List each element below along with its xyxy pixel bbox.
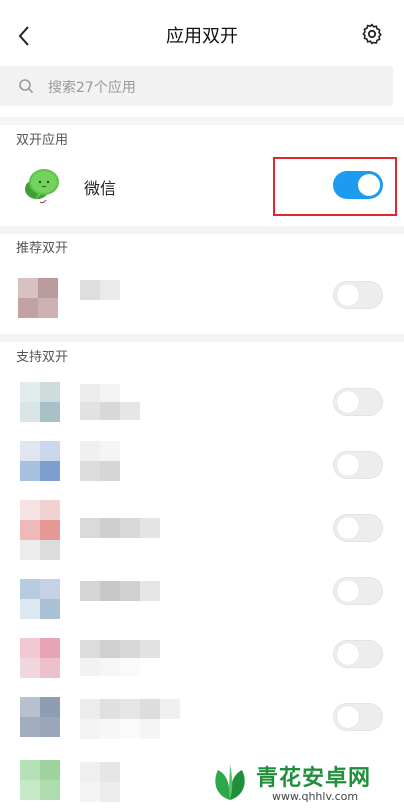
top-bar: 应用双开 <box>0 0 404 68</box>
app-name-blurred <box>80 280 120 300</box>
dual-toggle[interactable] <box>333 388 383 416</box>
dual-toggle[interactable] <box>333 640 383 668</box>
dual-toggle[interactable] <box>333 703 383 731</box>
toggle-knob <box>337 391 359 413</box>
section-header-supported: 支持双开 <box>16 350 69 365</box>
app-name-blurred <box>80 699 180 739</box>
leaf-logo-icon <box>215 764 245 800</box>
list-item-supported-app[interactable] <box>0 372 404 434</box>
toggle-knob <box>337 643 359 665</box>
app-name-blurred <box>80 762 120 802</box>
list-item-supported-app[interactable] <box>0 435 404 497</box>
watermark-url: www.qhhlv.com <box>272 790 359 803</box>
app-icon-blurred <box>20 638 60 678</box>
app-name-blurred <box>80 384 140 420</box>
toggle-knob <box>337 580 359 602</box>
app-icon-blurred <box>20 697 60 737</box>
list-item-supported-app[interactable] <box>0 561 404 623</box>
watermark: 青花安卓网 www.qhhlv.com <box>202 756 398 806</box>
app-name-blurred <box>80 640 160 676</box>
app-icon-blurred <box>18 278 58 318</box>
divider <box>0 334 404 342</box>
app-name-blurred <box>80 441 120 481</box>
app-name-blurred <box>80 518 160 538</box>
toggle-knob <box>337 284 359 306</box>
list-item-supported-app[interactable] <box>0 687 404 749</box>
app-icon-blurred <box>20 382 60 422</box>
wechat-app-icon <box>25 169 59 204</box>
gear-icon <box>362 23 382 45</box>
divider <box>0 226 404 234</box>
toggle-knob <box>337 454 359 476</box>
list-item-supported-app[interactable] <box>0 624 404 686</box>
app-icon-blurred <box>20 500 60 560</box>
divider <box>0 117 404 125</box>
list-item-supported-app[interactable] <box>0 498 404 560</box>
section-header-dual-apps: 双开应用 <box>16 133 69 148</box>
toggle-knob <box>337 517 359 539</box>
search-input[interactable]: 搜索27个应用 <box>0 66 393 106</box>
app-name-wechat: 微信 <box>84 179 117 198</box>
app-name-blurred <box>80 581 160 601</box>
dual-toggle[interactable] <box>333 281 383 309</box>
toggle-knob <box>337 706 359 728</box>
app-icon-blurred <box>20 441 60 481</box>
list-item-recommended-app[interactable] <box>0 266 404 324</box>
search-placeholder: 搜索27个应用 <box>48 80 136 96</box>
page-title: 应用双开 <box>166 26 238 47</box>
highlight-box <box>273 157 397 216</box>
watermark-title: 青花安卓网 <box>256 766 372 791</box>
app-icon-blurred <box>20 579 60 619</box>
settings-button[interactable] <box>360 22 384 46</box>
dual-toggle[interactable] <box>333 451 383 479</box>
dual-toggle[interactable] <box>333 514 383 542</box>
app-icon-blurred <box>20 760 60 800</box>
dual-toggle[interactable] <box>333 577 383 605</box>
search-icon <box>19 79 34 94</box>
section-header-recommended: 推荐双开 <box>16 241 69 256</box>
